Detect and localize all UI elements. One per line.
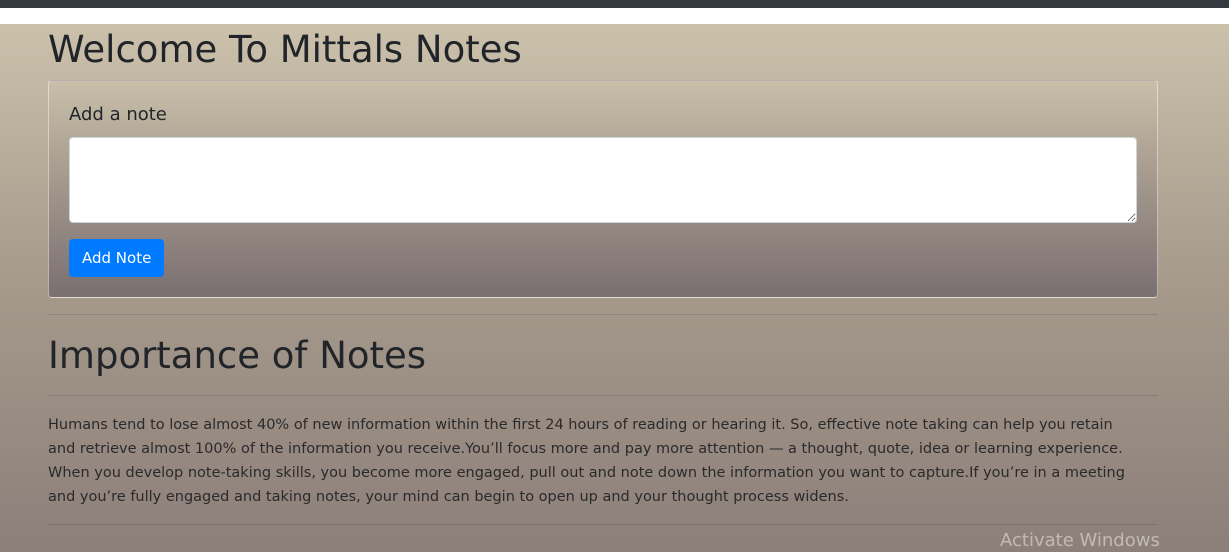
activate-windows-watermark: Activate Windows <box>1000 530 1160 551</box>
section-body-text: Humans tend to lose almost 40% of new in… <box>48 417 1125 505</box>
add-note-card: Add a note Add Note <box>48 80 1158 298</box>
divider <box>48 524 1158 525</box>
divider <box>48 395 1158 396</box>
top-navbar <box>0 0 1229 8</box>
add-note-button[interactable]: Add Note <box>69 239 165 277</box>
note-textarea[interactable] <box>69 137 1137 223</box>
divider <box>48 314 1158 315</box>
page-title: Welcome To Mittals Notes <box>48 28 522 71</box>
section-title: Importance of Notes <box>48 334 427 377</box>
add-note-label: Add a note <box>69 104 167 125</box>
